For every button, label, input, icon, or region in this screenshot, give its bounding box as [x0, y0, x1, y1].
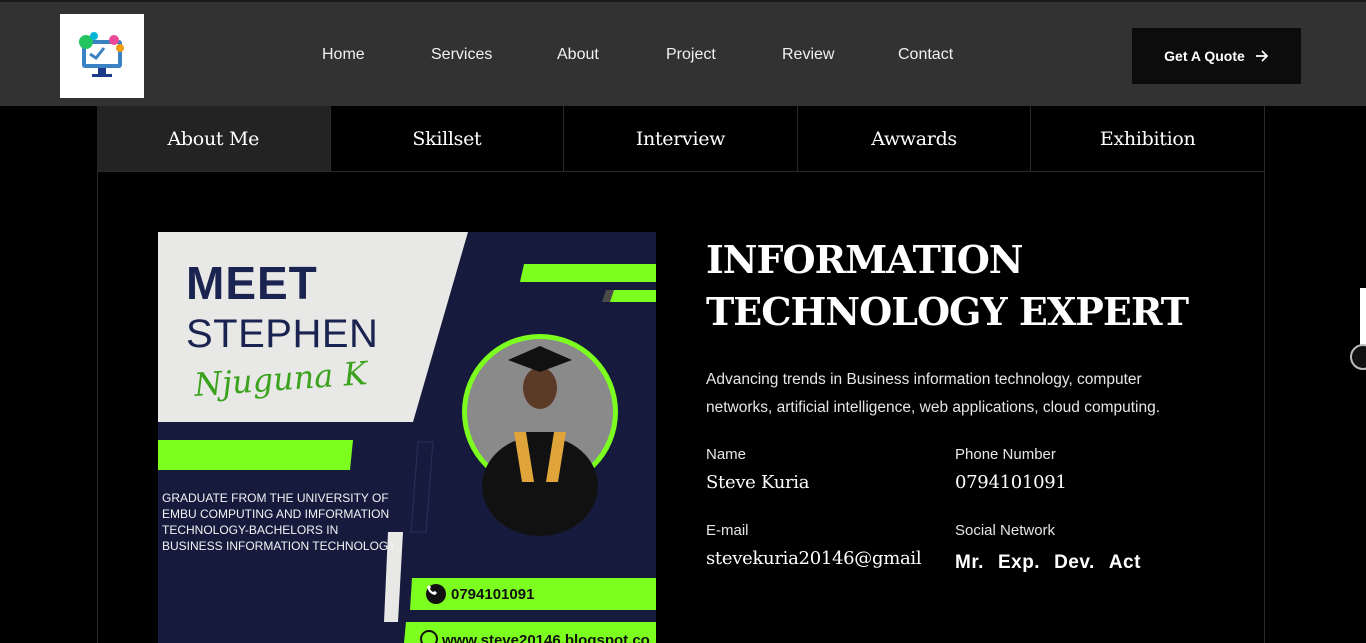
get-a-quote-label: Get A Quote: [1164, 48, 1245, 64]
poster-phone-number: 0794101091: [451, 585, 535, 603]
poster-website-text: www.steve20146.blogspot.co: [442, 632, 650, 643]
profile-headline: INFORMATION TECHNOLOGY EXPERT: [706, 237, 1189, 334]
phone-icon: [426, 584, 446, 604]
poster-phone: 0794101091: [426, 584, 534, 604]
email-value: stevekuria20146@gmail: [706, 548, 922, 569]
nav-project[interactable]: Project: [666, 46, 716, 64]
social-label: Social Network: [955, 522, 1056, 539]
social-links: Mr. Exp. Dev. Act: [955, 552, 1141, 574]
nav-contact[interactable]: Contact: [898, 46, 953, 64]
poster-graduate-text: GRADUATE FROM THE UNIVERSITY OF EMBU COM…: [162, 491, 399, 553]
monitor-logo-icon: [79, 32, 124, 77]
site-header: Home Services About Project Review Conta…: [0, 0, 1366, 106]
nav-services[interactable]: Services: [431, 46, 492, 64]
get-a-quote-button[interactable]: Get A Quote: [1132, 28, 1301, 84]
panel-border-right: [1264, 106, 1265, 643]
settings-toggle-icon[interactable]: [1350, 344, 1366, 370]
social-link-dev[interactable]: Dev.: [1054, 552, 1095, 574]
social-link-act[interactable]: Act: [1109, 552, 1141, 574]
tab-exhibition[interactable]: Exhibition: [1031, 106, 1265, 171]
tab-skillset[interactable]: Skillset: [330, 106, 565, 171]
arrow-right-icon: [1255, 50, 1269, 62]
nav-review[interactable]: Review: [782, 46, 834, 64]
logo[interactable]: [60, 14, 144, 98]
phone-label: Phone Number: [955, 446, 1056, 463]
tab-interview[interactable]: Interview: [564, 106, 798, 171]
poster-meet-text: MEET: [186, 257, 318, 309]
social-link-exp[interactable]: Exp.: [998, 552, 1040, 574]
poster-name-text: STEPHEN: [186, 312, 379, 356]
email-label: E-mail: [706, 522, 749, 539]
phone-value: 0794101091: [955, 472, 1067, 493]
tab-awwards[interactable]: Awwards: [797, 106, 1032, 171]
poster-website: www.steve20146.blogspot.co: [420, 630, 650, 643]
panel-border-left: [97, 106, 98, 643]
name-label: Name: [706, 446, 747, 463]
nav-home[interactable]: Home: [322, 46, 365, 64]
social-link-mr[interactable]: Mr.: [955, 552, 984, 574]
tab-about-me[interactable]: About Me: [97, 106, 331, 171]
nav-about[interactable]: About: [557, 46, 599, 64]
profile-tabs: About Me Skillset Interview Awwards Exhi…: [97, 106, 1265, 172]
profile-poster: MEET STEPHEN Njuguna K GRADUATE FROM THE…: [158, 232, 656, 643]
globe-icon: [420, 630, 438, 643]
profile-description: Advancing trends in Business information…: [706, 371, 1161, 416]
name-value: Steve Kuria: [706, 472, 810, 493]
